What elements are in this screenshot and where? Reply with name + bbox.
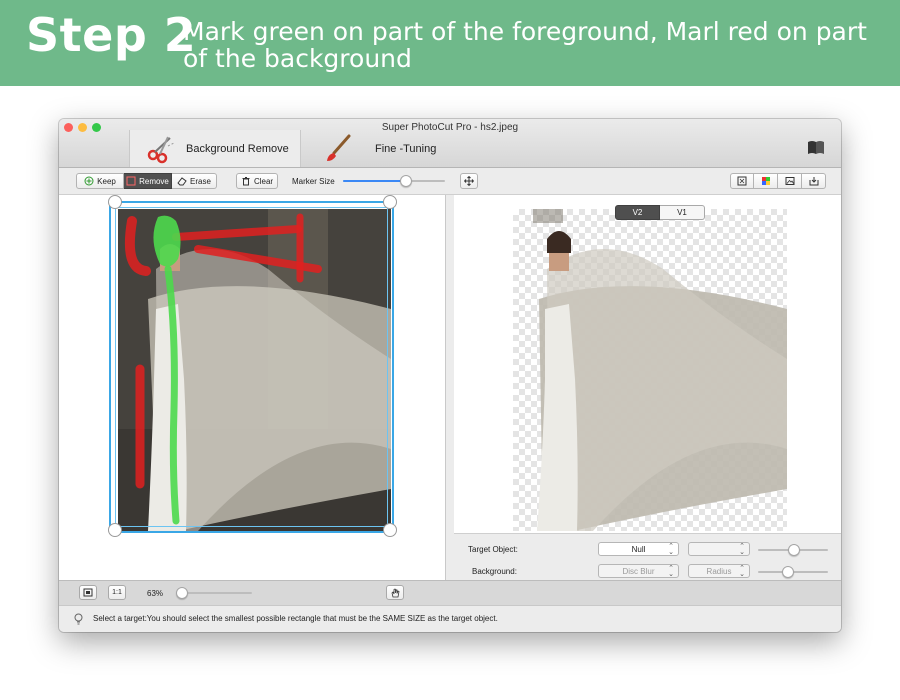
source-canvas[interactable] [59, 195, 446, 580]
book-icon[interactable] [807, 140, 825, 155]
selection-handle-top-right[interactable] [383, 195, 397, 209]
zoom-slider[interactable] [176, 587, 252, 599]
fit-button[interactable] [730, 173, 754, 189]
target-slider[interactable] [758, 544, 828, 556]
target-detail-select: ⌃ ⌄ [688, 542, 750, 556]
updown-arrows-icon: ⌃ ⌄ [668, 565, 674, 578]
background-slider [758, 566, 828, 578]
lightbulb-icon [74, 613, 83, 625]
selection-handle-top-left[interactable] [108, 195, 122, 209]
brush-icon [321, 134, 355, 164]
tab-fine-tuning[interactable]: Fine -Tuning [321, 130, 471, 167]
fit-screen-icon [83, 588, 93, 597]
version-switcher: V2 V1 [615, 205, 705, 220]
marker-size-slider-fill [343, 180, 406, 182]
tutorial-banner: Step 2 Mark green on part of the foregro… [0, 0, 900, 86]
title-bar: Super PhotoCut Pro - hs2.jpeg Background… [59, 119, 841, 168]
step-description: Mark green on part of the foreground, Ma… [183, 17, 867, 73]
hand-icon [390, 588, 400, 598]
marker-size-slider-knob[interactable] [400, 175, 412, 187]
remove-button[interactable]: Remove [124, 173, 172, 189]
target-slider-knob[interactable] [788, 544, 800, 556]
color-button[interactable] [754, 173, 778, 189]
fit-to-window-button[interactable] [79, 585, 97, 600]
selection-handle-bottom-left[interactable] [108, 523, 122, 537]
target-object-label: Target Object: [468, 545, 518, 554]
tab-background-remove-label: Background Remove [186, 142, 289, 155]
zoom-level-label: 63% [147, 589, 164, 598]
hand-tool-button[interactable] [386, 585, 404, 600]
remove-label: Remove [139, 176, 169, 186]
trash-icon [241, 176, 251, 186]
tab-fine-tuning-label: Fine -Tuning [375, 142, 437, 155]
status-message: Select a target:You should select the sm… [93, 614, 498, 623]
eraser-icon [177, 176, 187, 186]
clear-button[interactable]: Clear [236, 173, 278, 189]
fit-icon [737, 176, 747, 186]
plus-circle-icon [84, 176, 94, 186]
image-button[interactable] [778, 173, 802, 189]
radius-select: Radius ⌃ ⌄ [688, 564, 750, 578]
radius-value: Radius [706, 566, 732, 576]
minus-square-icon [126, 176, 136, 186]
selection-rectangle[interactable] [109, 201, 394, 533]
export-icon [809, 176, 819, 186]
scissors-icon [144, 134, 178, 164]
selection-handle-bottom-right[interactable] [383, 523, 397, 537]
background-select: Disc Blur ⌃ ⌄ [598, 564, 679, 578]
zoom-bar: 1:1 63% [59, 580, 841, 605]
export-button[interactable] [802, 173, 826, 189]
keep-label: Keep [97, 176, 116, 186]
marker-size-label: Marker Size [292, 177, 335, 186]
target-object-select[interactable]: Null ⌃ ⌄ [598, 542, 679, 556]
background-value: Disc Blur [622, 566, 655, 576]
target-object-value: Null [631, 544, 646, 554]
step-label: Step 2 [26, 8, 197, 62]
erase-button[interactable]: Erase [172, 173, 217, 189]
zoom-slider-knob[interactable] [176, 587, 188, 599]
background-slider-knob [782, 566, 794, 578]
updown-arrows-icon: ⌃ ⌄ [739, 565, 745, 578]
version-v2-button[interactable]: V2 [615, 205, 660, 220]
toolbar: Keep Remove Erase Clear Marker Size [59, 168, 841, 195]
color-icon [761, 176, 771, 186]
status-bar: Select a target:You should select the sm… [59, 605, 841, 632]
marker-size-slider[interactable] [343, 175, 445, 187]
result-photo [513, 209, 787, 531]
erase-label: Erase [190, 176, 211, 186]
move-arrows-icon [464, 176, 474, 186]
updown-arrows-icon: ⌃ ⌄ [668, 543, 674, 556]
actual-size-button[interactable]: 1:1 [108, 585, 126, 600]
updown-arrows-icon: ⌃ ⌄ [739, 543, 745, 556]
background-label: Background: [472, 567, 517, 576]
tab-background-remove[interactable]: Background Remove [129, 130, 301, 167]
move-button[interactable] [460, 173, 478, 189]
output-settings: Target Object: Null ⌃ ⌄ ⌃ ⌄ Background: Di… [454, 533, 841, 581]
image-icon [785, 176, 795, 186]
keep-button[interactable]: Keep [76, 173, 124, 189]
actual-size-label: 1:1 [112, 589, 122, 596]
result-preview: V2 V1 [454, 195, 841, 533]
version-v1-button[interactable]: V1 [660, 205, 705, 220]
app-window: Super PhotoCut Pro - hs2.jpeg Background… [59, 119, 841, 632]
clear-label: Clear [253, 176, 274, 186]
